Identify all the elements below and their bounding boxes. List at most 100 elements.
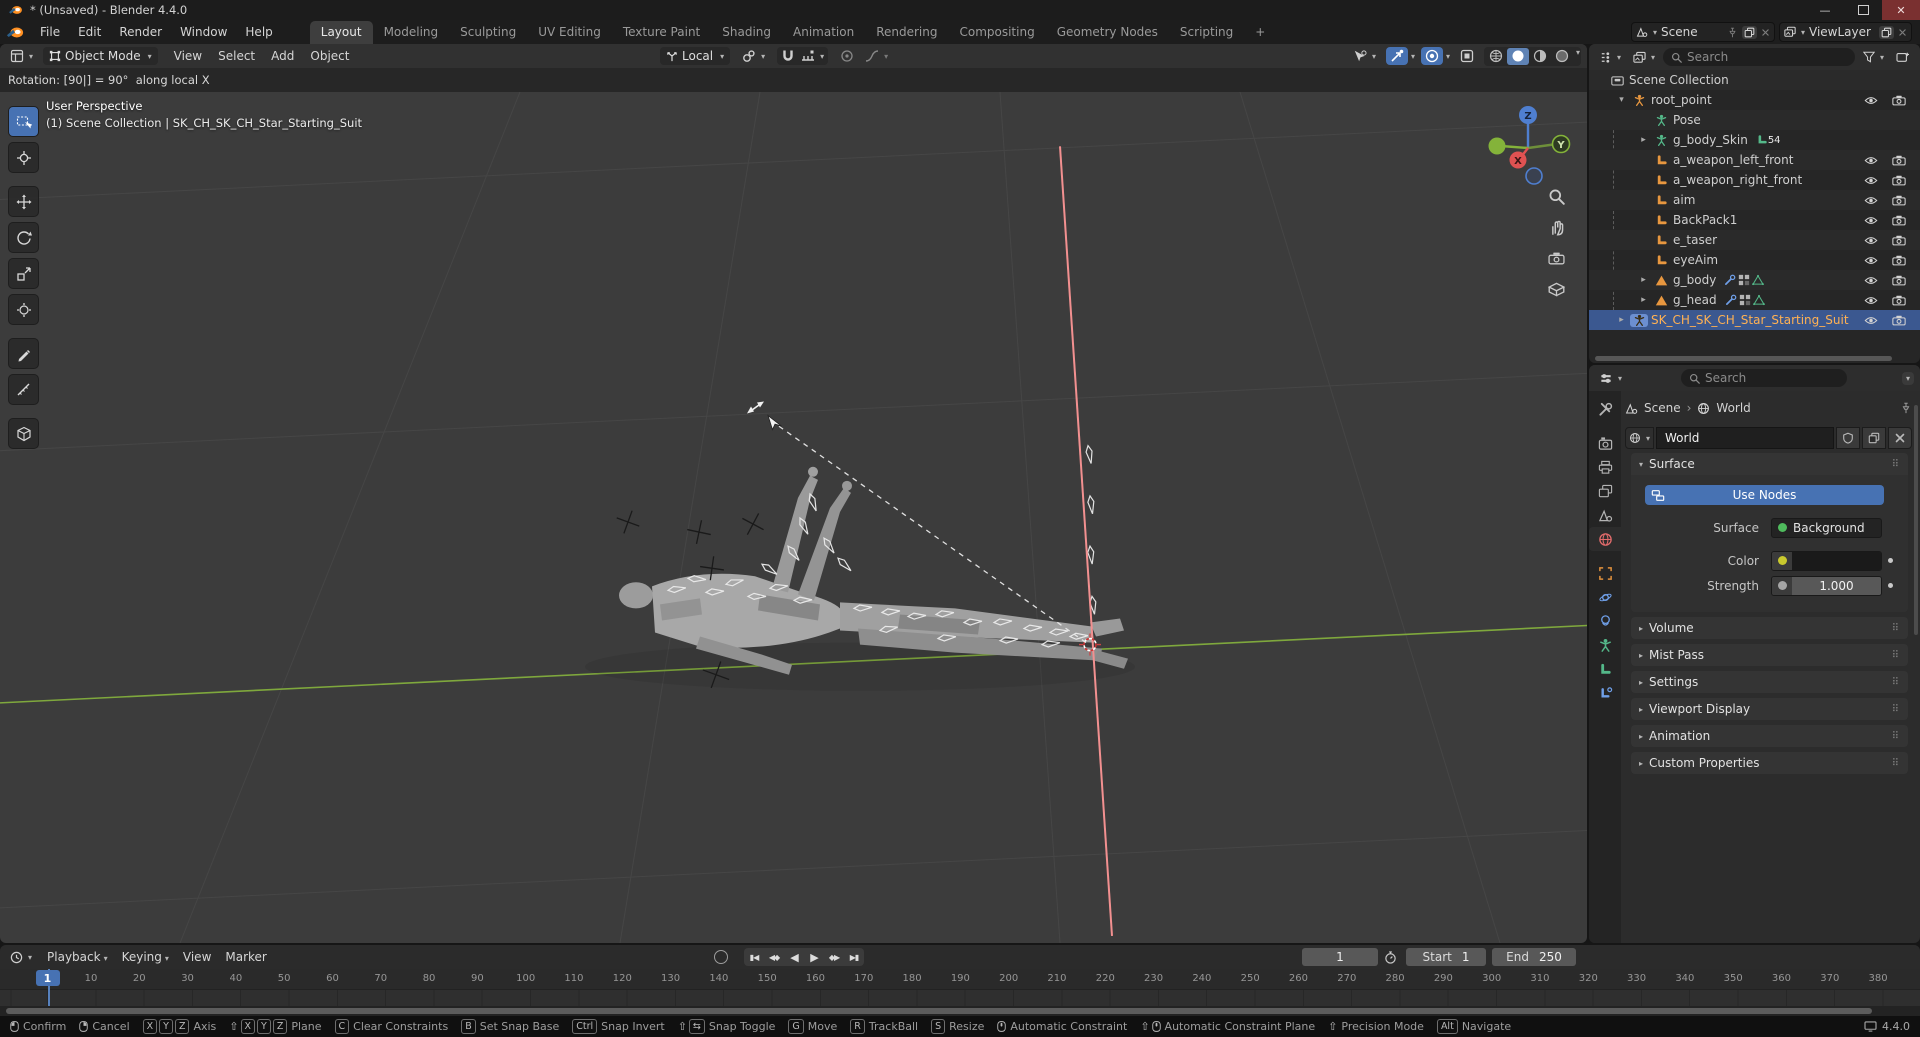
editor-type-button[interactable]: ▾ xyxy=(6,47,37,65)
pin-icon[interactable] xyxy=(1900,402,1912,414)
workspace-tab[interactable]: Modeling xyxy=(373,21,450,44)
disable-in-renders-toggle[interactable] xyxy=(1892,255,1906,266)
workspace-tab[interactable]: Compositing xyxy=(948,21,1045,44)
timeline-menu-item[interactable]: View xyxy=(176,947,218,967)
timeline-menu-item[interactable]: Playback▾ xyxy=(40,947,115,967)
workspace-tab[interactable]: Rendering xyxy=(865,21,948,44)
collapsed-panel[interactable]: ▸ Animation ⠿ xyxy=(1631,725,1908,747)
hide-in-viewport-toggle[interactable] xyxy=(1864,216,1878,225)
strength-slider[interactable]: 1.000 xyxy=(1771,576,1882,596)
grid4-icon[interactable] xyxy=(1739,294,1751,306)
blender-menu-icon[interactable] xyxy=(6,26,24,39)
workspace-tab[interactable]: Geometry Nodes xyxy=(1046,21,1169,44)
hide-in-viewport-toggle[interactable] xyxy=(1864,316,1878,325)
visibility-dropdown[interactable]: ▾ xyxy=(1349,47,1380,65)
properties-tab-physics[interactable] xyxy=(1589,585,1621,609)
current-frame-badge[interactable]: 1 xyxy=(36,970,60,986)
menu-item[interactable]: Render xyxy=(110,22,171,42)
workspace-tab[interactable]: Texture Paint xyxy=(612,21,711,44)
orthographic-grid-icon[interactable] xyxy=(1548,281,1565,298)
wrench-icon[interactable] xyxy=(1724,274,1736,286)
drag-handle-icon[interactable]: ⠿ xyxy=(1892,623,1900,634)
hide-in-viewport-toggle[interactable] xyxy=(1864,236,1878,245)
previous-keyframe-button[interactable]: ◀◆ xyxy=(764,948,784,966)
new-viewlayer-button[interactable] xyxy=(1879,26,1894,39)
drag-handle-icon[interactable]: ⠿ xyxy=(1892,704,1900,715)
outliner-row[interactable]: a_weapon_left_front xyxy=(1589,150,1920,170)
disable-in-renders-toggle[interactable] xyxy=(1892,215,1906,226)
properties-tab-tool[interactable] xyxy=(1589,397,1621,421)
properties-tab-bone[interactable] xyxy=(1589,657,1621,681)
viewport-canvas[interactable]: User Perspective (1) Scene Collection | … xyxy=(0,92,1587,943)
new-world-button[interactable] xyxy=(1862,427,1886,449)
hide-in-viewport-toggle[interactable] xyxy=(1864,96,1878,105)
shading-rendered-button[interactable] xyxy=(1551,48,1573,65)
properties-tab-world[interactable] xyxy=(1589,527,1621,551)
color-swatch-field[interactable] xyxy=(1771,551,1882,571)
hide-in-viewport-toggle[interactable] xyxy=(1864,156,1878,165)
new-scene-button[interactable] xyxy=(1742,26,1757,39)
drag-handle-icon[interactable]: ⠿ xyxy=(1892,731,1900,742)
outliner-row[interactable]: ▸ SK_CH_SK_CH_Star_Starting_Suit xyxy=(1589,310,1920,330)
drag-handle-icon[interactable]: ⠿ xyxy=(1892,758,1900,769)
play-reverse-button[interactable]: ◀ xyxy=(784,948,804,966)
collapsed-panel[interactable]: ▸ Settings ⠿ xyxy=(1631,671,1908,693)
scrollbar-thumb[interactable] xyxy=(6,1008,1872,1014)
proportional-editing-button[interactable] xyxy=(836,47,858,65)
hide-in-viewport-toggle[interactable] xyxy=(1864,256,1878,265)
hide-in-viewport-toggle[interactable] xyxy=(1864,176,1878,185)
menu-item[interactable]: Window xyxy=(171,22,236,42)
outliner-row[interactable]: a_weapon_right_front xyxy=(1589,170,1920,190)
hide-in-viewport-toggle[interactable] xyxy=(1864,196,1878,205)
workspace-tab[interactable]: Scripting xyxy=(1169,21,1244,44)
workspace-tab[interactable]: Layout xyxy=(310,21,373,44)
next-keyframe-button[interactable]: ◆▶ xyxy=(824,948,844,966)
breadcrumb-scene[interactable]: Scene xyxy=(1644,401,1681,415)
viewport-menu-item[interactable]: View xyxy=(166,46,210,66)
navigation-gizmo[interactable]: Z Y X xyxy=(1485,102,1571,188)
collapsed-panel[interactable]: ▸ Mist Pass ⠿ xyxy=(1631,644,1908,666)
snap-to-dropdown[interactable]: ▾ xyxy=(800,48,825,64)
outliner-row[interactable]: eyeAim xyxy=(1589,250,1920,270)
tool-button[interactable] xyxy=(8,418,39,449)
outliner-row[interactable]: e_taser xyxy=(1589,230,1920,250)
timeline-track[interactable] xyxy=(0,990,1920,1006)
properties-editor-type-button[interactable]: ▾ xyxy=(1595,370,1626,387)
stopwatch-icon[interactable] xyxy=(1384,951,1397,964)
timeline-menu-item[interactable]: Keying▾ xyxy=(115,947,176,967)
properties-tab-object[interactable] xyxy=(1589,561,1621,585)
properties-tab-render[interactable] xyxy=(1589,431,1621,455)
tool-button[interactable] xyxy=(8,222,39,253)
drag-handle-icon[interactable]: ⠿ xyxy=(1892,650,1900,661)
xray-toggle[interactable] xyxy=(1456,47,1478,65)
collapsed-panel[interactable]: ▸ Viewport Display ⠿ xyxy=(1631,698,1908,720)
menu-item[interactable]: Help xyxy=(236,22,281,42)
grid4-icon[interactable] xyxy=(1738,274,1750,286)
outliner-row[interactable]: Scene Collection xyxy=(1589,70,1920,90)
properties-scrollbar[interactable] xyxy=(1914,405,1918,635)
properties-tab-data[interactable] xyxy=(1589,633,1621,657)
scrollbar-thumb[interactable] xyxy=(1595,356,1892,361)
collapsed-panel[interactable]: ▸ Custom Properties ⠿ xyxy=(1631,752,1908,774)
viewlayer-selector[interactable]: ▾ ViewLayer xyxy=(1779,22,1912,42)
scene-selector[interactable]: ▾ Scene xyxy=(1631,22,1775,42)
drag-handle-icon[interactable]: ⠿ xyxy=(1892,677,1900,688)
collapsed-panel[interactable]: ▸ Volume ⠿ xyxy=(1631,617,1908,639)
properties-tab-output[interactable] xyxy=(1589,455,1621,479)
unlink-world-button[interactable] xyxy=(1888,427,1912,449)
surface-shader-dropdown[interactable]: Background xyxy=(1771,518,1882,538)
tri-o-icon[interactable] xyxy=(1752,274,1764,286)
tool-button[interactable] xyxy=(8,374,39,405)
viewport-menu-item[interactable]: Select xyxy=(210,46,263,66)
timeline-scrollbar[interactable] xyxy=(0,1006,1920,1016)
outliner-row[interactable]: ▸ g_body_Skin 54 xyxy=(1589,130,1920,150)
close-button[interactable]: ✕ xyxy=(1882,0,1920,20)
mode-dropdown[interactable]: Object Mode ▾ xyxy=(43,47,158,65)
disable-in-renders-toggle[interactable] xyxy=(1892,175,1906,186)
browse-world-button[interactable]: ▾ xyxy=(1625,427,1654,449)
disable-in-renders-toggle[interactable] xyxy=(1892,95,1906,106)
properties-tab-constraints[interactable] xyxy=(1589,609,1621,633)
outliner-filter-dropdown[interactable]: ▾ xyxy=(1859,49,1888,65)
jump-to-end-button[interactable]: ▶▮ xyxy=(844,948,864,966)
workspace-tab[interactable]: Sculpting xyxy=(449,21,527,44)
